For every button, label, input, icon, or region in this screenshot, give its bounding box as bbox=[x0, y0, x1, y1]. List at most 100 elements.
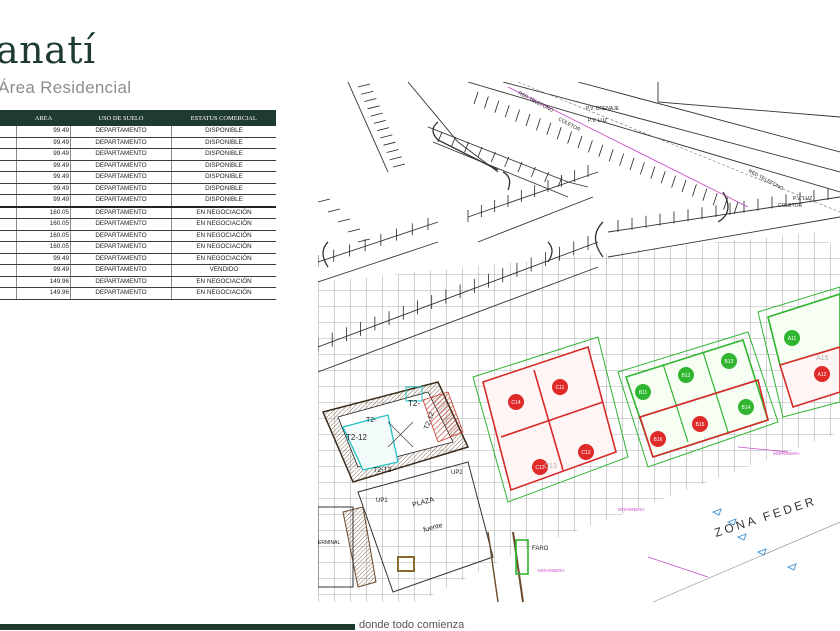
label-mohonera-1: MOHONERA bbox=[538, 568, 565, 573]
row-area-cell: 99.49 bbox=[16, 137, 71, 149]
parking-stall-line bbox=[546, 122, 552, 135]
row-estatus-cell: DISPONIBLE bbox=[171, 148, 276, 161]
row-area-cell: 99.49 bbox=[16, 126, 71, 138]
lot-marker-label: B11 bbox=[639, 390, 648, 396]
parking-stall-line bbox=[450, 136, 456, 148]
row-uso-cell: DEPARTAMENTO bbox=[70, 183, 172, 195]
row-id-cell bbox=[0, 276, 17, 288]
lot-marker-label: A11 bbox=[788, 336, 797, 342]
parking-stall-line bbox=[490, 151, 496, 163]
parking-stall-line bbox=[380, 134, 393, 139]
lot-marker-label: B12 bbox=[682, 373, 691, 379]
row-id-cell bbox=[0, 183, 17, 195]
row-uso-cell: DEPARTAMENTO bbox=[70, 218, 172, 231]
row-id-cell bbox=[0, 160, 17, 172]
parking-stall-line bbox=[525, 113, 531, 127]
curbs bbox=[322, 121, 729, 268]
table-row[interactable]: 149.96 DEPARTAMENTO EN NEGOCIACIÓN bbox=[0, 287, 276, 300]
footer-bar bbox=[0, 624, 355, 630]
label-coletor-1: COLETOR bbox=[557, 116, 581, 133]
site-plan[interactable]: C14 C11 C12 C12 B11 B12 B13 B14 B16 B15 A11 A12 RED… bbox=[318, 82, 840, 608]
parking-stall-line bbox=[629, 157, 635, 171]
row-id-cell bbox=[0, 253, 17, 265]
parking-stall-line bbox=[608, 149, 614, 162]
parking-stall-line bbox=[337, 218, 351, 223]
label-t2-12-c: T2-12 bbox=[373, 467, 391, 474]
row-estatus-cell: DISPONIBLE bbox=[171, 137, 276, 149]
row-uso-cell: DEPARTAMENTO bbox=[70, 264, 172, 277]
parking-stall-line bbox=[376, 127, 390, 132]
col-header-area: AREA bbox=[16, 110, 71, 126]
table-row[interactable]: 160.05 DEPARTAMENTO EN NEGOCIACIÓN bbox=[0, 205, 276, 219]
row-uso-cell: DEPARTAMENTO bbox=[70, 126, 172, 138]
shore-edge bbox=[652, 521, 840, 603]
label-c13: C13 bbox=[544, 463, 557, 470]
col-header-estatus: ESTATUS COMERCIAL bbox=[171, 110, 276, 126]
parking-stall-line bbox=[370, 112, 383, 117]
lot-marker-label: A12 bbox=[818, 372, 827, 378]
label-mohonera-3: MOHONERA bbox=[773, 451, 800, 456]
parking-stall-line bbox=[504, 156, 510, 168]
parking-stall-line bbox=[588, 140, 593, 153]
row-id-cell bbox=[0, 287, 17, 300]
row-id-cell bbox=[0, 171, 17, 184]
row-estatus-cell: EN NEGOCIACIÓN bbox=[171, 218, 276, 231]
row-area-cell: 99.49 bbox=[16, 183, 71, 195]
row-area-cell: 149.96 bbox=[16, 276, 71, 288]
table-row[interactable]: 99.49 DEPARTAMENTO DISPONIBLE bbox=[0, 148, 276, 161]
row-area-cell: 99.49 bbox=[16, 160, 71, 172]
row-estatus-cell: EN NEGOCIACIÓN bbox=[171, 253, 276, 265]
row-estatus-cell: EN NEGOCIACIÓN bbox=[171, 241, 276, 254]
parking-stall-line bbox=[619, 153, 624, 166]
row-id-cell bbox=[0, 137, 17, 149]
row-uso-cell: DEPARTAMENTO bbox=[70, 253, 172, 265]
label-t2-a: T2- bbox=[408, 399, 420, 408]
parking-stall-line bbox=[504, 105, 510, 118]
table-row[interactable]: 99.49 DEPARTAMENTO DISPONIBLE bbox=[0, 160, 276, 172]
parking-stall-line bbox=[650, 166, 656, 179]
row-id-cell bbox=[0, 264, 17, 277]
parking-stall-line bbox=[712, 193, 718, 206]
parking-stall-line bbox=[367, 105, 380, 110]
row-uso-cell: DEPARTAMENTO bbox=[70, 287, 172, 300]
table-row[interactable]: 99.49 DEPARTAMENTO DISPONIBLE bbox=[0, 194, 276, 207]
row-area-cell: 149.96 bbox=[16, 287, 71, 300]
table-row[interactable]: 160.05 DEPARTAMENTO EN NEGOCIACIÓN bbox=[0, 218, 276, 231]
row-id-cell bbox=[0, 230, 17, 242]
col-header-uso: USO DE SUELO bbox=[70, 110, 172, 126]
site-plan-drawing: C14C11C12C12B11B12B13B14B16B15A11A12 RED… bbox=[318, 82, 840, 603]
lot-marker-label: B13 bbox=[725, 359, 734, 365]
lot-marker-label: B14 bbox=[742, 405, 751, 411]
label-faro: FARO bbox=[532, 546, 549, 552]
table-row[interactable]: 99.49 DEPARTAMENTO DISPONIBLE bbox=[0, 171, 276, 184]
parking-stall-line bbox=[383, 141, 396, 146]
parking-stall-line bbox=[473, 91, 479, 105]
row-id-cell bbox=[0, 241, 17, 254]
row-id-cell bbox=[0, 126, 17, 138]
lot-marker-label: B15 bbox=[696, 422, 705, 428]
table-row[interactable]: 99.49 DEPARTAMENTO EN NEGOCIACIÓN bbox=[0, 253, 276, 265]
table-row[interactable]: 99.49 DEPARTAMENTO DISPONIBLE bbox=[0, 126, 276, 138]
label-red-telefono-2: RED TELEFONO bbox=[747, 168, 784, 192]
table-row[interactable]: 99.49 DEPARTAMENTO DISPONIBLE bbox=[0, 183, 276, 195]
row-uso-cell: DEPARTAMENTO bbox=[70, 148, 172, 161]
parking-stall-line bbox=[373, 119, 387, 124]
parking-stall-line bbox=[477, 146, 483, 158]
label-coletor-2: COLETOR bbox=[778, 203, 802, 209]
row-estatus-cell: DISPONIBLE bbox=[171, 183, 276, 195]
table-row[interactable]: 99.49 DEPARTAMENTO DISPONIBLE bbox=[0, 137, 276, 149]
lot-marker-label: C11 bbox=[556, 385, 565, 391]
lot-marker-label: B16 bbox=[654, 437, 663, 443]
parking-stall-line bbox=[598, 144, 604, 157]
table-row[interactable]: 149.96 DEPARTAMENTO EN NEGOCIACIÓN bbox=[0, 276, 276, 288]
parking-stall-line bbox=[327, 208, 341, 213]
row-estatus-cell: EN NEGOCIACIÓN bbox=[171, 205, 276, 219]
label-terminal: ERMINAL bbox=[318, 540, 340, 546]
parking-stall-line bbox=[640, 162, 645, 175]
parking-stall-line bbox=[318, 198, 331, 203]
row-estatus-cell: DISPONIBLE bbox=[171, 194, 276, 207]
table-row[interactable]: 160.05 DEPARTAMENTO EN NEGOCIACIÓN bbox=[0, 230, 276, 242]
table-row[interactable]: 99.49 DEPARTAMENTO VENDIDO bbox=[0, 264, 276, 277]
table-row[interactable]: 160.05 DEPARTAMENTO EN NEGOCIACIÓN bbox=[0, 241, 276, 254]
row-uso-cell: DEPARTAMENTO bbox=[70, 241, 172, 254]
